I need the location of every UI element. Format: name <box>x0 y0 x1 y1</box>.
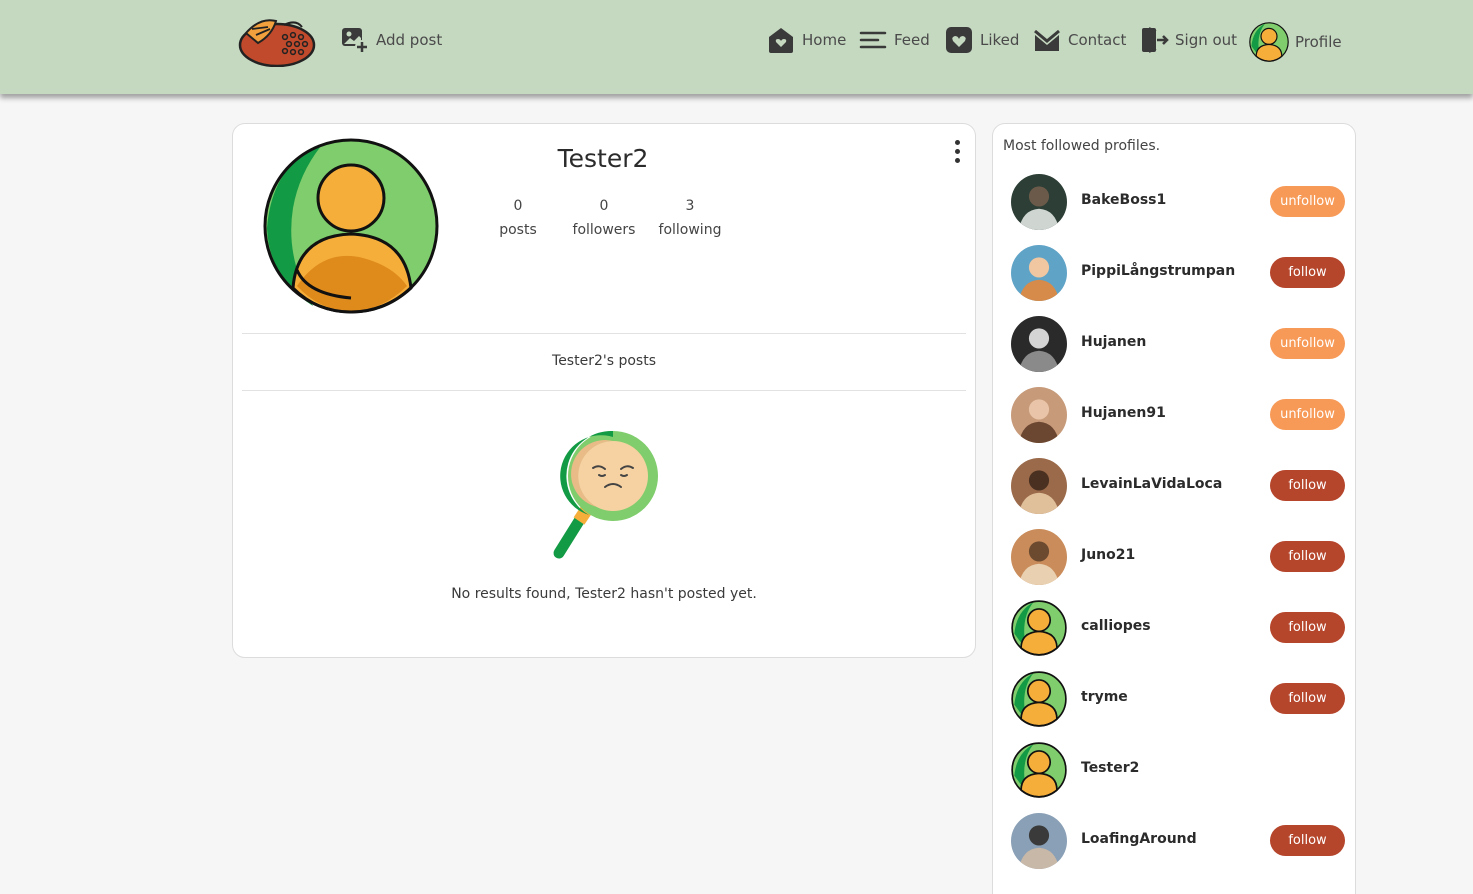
user-photo-avatar <box>1011 316 1067 372</box>
stat-followers-value: 0 <box>599 198 609 214</box>
unfollow-button[interactable]: unfollow <box>1270 328 1345 359</box>
feed-icon <box>859 31 887 49</box>
add-image-icon <box>342 28 369 54</box>
profile-row-avatar[interactable] <box>1011 458 1067 514</box>
most-followed-sidebar: Most followed profiles. BakeBoss1 unfollo… <box>992 123 1356 894</box>
user-photo-avatar <box>1011 387 1067 443</box>
default-avatar-icon <box>1011 742 1067 798</box>
profile-row-avatar[interactable] <box>1011 529 1067 585</box>
nav-liked-label: Liked <box>980 31 1020 49</box>
profile-row[interactable]: tryme follow <box>1011 671 1345 727</box>
profile-row-name[interactable]: Juno21 <box>1081 547 1135 563</box>
no-results-magnifier-icon <box>553 430 658 559</box>
default-avatar-icon <box>1011 671 1067 727</box>
profile-row-avatar[interactable] <box>1011 245 1067 301</box>
profile-row-name[interactable]: Hujanen <box>1081 334 1146 350</box>
nav-feed-label: Feed <box>894 31 930 49</box>
nav-sign-out-label: Sign out <box>1175 31 1238 49</box>
profile-row-name[interactable]: calliopes <box>1081 618 1151 634</box>
stat-following-value: 3 <box>685 198 695 214</box>
stat-followers: 0 followers <box>559 194 649 242</box>
bread-logo-icon[interactable] <box>238 15 316 67</box>
stat-following: 3 following <box>645 194 735 242</box>
follow-button[interactable]: follow <box>1270 825 1345 856</box>
profile-row-name[interactable]: Tester2 <box>1081 760 1139 776</box>
profile-row-avatar[interactable] <box>1011 387 1067 443</box>
profile-username: Tester2 <box>557 144 649 173</box>
profile-row-name[interactable]: PippiLångstrumpan <box>1081 263 1235 279</box>
nav-home[interactable]: Home <box>766 24 846 56</box>
nav-profile[interactable]: Profile <box>1249 21 1342 63</box>
follow-button[interactable]: follow <box>1270 470 1345 501</box>
profile-row[interactable]: BakeBoss1 unfollow <box>1011 174 1345 230</box>
nav-feed[interactable]: Feed <box>858 24 930 56</box>
profile-row-avatar[interactable] <box>1011 671 1067 727</box>
profile-row[interactable]: PippiLångstrumpan follow <box>1011 245 1345 301</box>
profile-row[interactable]: Juno21 follow <box>1011 529 1345 585</box>
follow-button[interactable]: follow <box>1270 612 1345 643</box>
mail-icon <box>1034 29 1060 51</box>
stat-posts-value: 0 <box>513 198 523 214</box>
divider <box>242 390 966 391</box>
profile-avatar-icon <box>1249 22 1289 62</box>
sidebar-title: Most followed profiles. <box>1003 138 1161 154</box>
profile-row[interactable]: LoafingAround follow <box>1011 813 1345 869</box>
nav-profile-label: Profile <box>1295 33 1342 51</box>
sign-out-icon <box>1142 27 1169 53</box>
profile-row[interactable]: calliopes follow <box>1011 600 1345 656</box>
profile-card: Tester2 0 posts 0 followers 3 following … <box>232 123 976 658</box>
stat-followers-label: followers <box>572 222 636 238</box>
nav-home-label: Home <box>802 31 847 49</box>
user-photo-avatar <box>1011 174 1067 230</box>
profile-row-name[interactable]: Hujanen91 <box>1081 405 1166 421</box>
profile-row-avatar[interactable] <box>1011 174 1067 230</box>
follow-button[interactable]: follow <box>1270 683 1345 714</box>
nav-liked[interactable]: Liked <box>944 24 1019 56</box>
profile-row-avatar[interactable] <box>1011 742 1067 798</box>
heart-icon <box>946 27 972 53</box>
stat-following-label: following <box>658 222 722 238</box>
profile-row[interactable]: Hujanen unfollow <box>1011 316 1345 372</box>
user-photo-avatar <box>1011 458 1067 514</box>
profile-row-avatar[interactable] <box>1011 316 1067 372</box>
default-avatar-icon <box>1011 600 1067 656</box>
divider <box>242 333 966 334</box>
profile-row[interactable]: Hujanen91 unfollow <box>1011 387 1345 443</box>
no-results-text: No results found, Tester2 hasn't posted … <box>451 586 757 602</box>
user-photo-avatar <box>1011 813 1067 869</box>
unfollow-button[interactable]: unfollow <box>1270 399 1345 430</box>
posts-heading: Tester2's posts <box>552 353 656 369</box>
user-photo-avatar <box>1011 529 1067 585</box>
stat-posts: 0 posts <box>473 194 563 242</box>
navbar: Add post Home Feed Liked Contact Sign ou… <box>0 0 1473 94</box>
home-icon <box>769 28 793 53</box>
profile-row-name[interactable]: BakeBoss1 <box>1081 192 1166 208</box>
stat-posts-label: posts <box>499 222 537 238</box>
follow-button[interactable]: follow <box>1270 541 1345 572</box>
profile-row-avatar[interactable] <box>1011 600 1067 656</box>
profile-row-name[interactable]: LoafingAround <box>1081 831 1197 847</box>
profile-row[interactable]: Tester2 <box>1011 742 1345 798</box>
nav-contact[interactable]: Contact <box>1032 24 1126 56</box>
follow-button[interactable]: follow <box>1270 257 1345 288</box>
nav-contact-label: Contact <box>1068 31 1127 49</box>
nav-sign-out[interactable]: Sign out <box>1139 24 1237 56</box>
profile-row-name[interactable]: LevainLaVidaLoca <box>1081 476 1222 492</box>
nav-add-post[interactable]: Add post <box>340 24 442 56</box>
profile-row-avatar[interactable] <box>1011 813 1067 869</box>
profile-row-name[interactable]: tryme <box>1081 689 1128 705</box>
profile-row[interactable]: LevainLaVidaLoca follow <box>1011 458 1345 514</box>
user-photo-avatar <box>1011 245 1067 301</box>
profile-avatar <box>263 138 439 314</box>
unfollow-button[interactable]: unfollow <box>1270 186 1345 217</box>
more-options-icon[interactable] <box>950 140 964 168</box>
nav-add-post-label: Add post <box>376 31 443 49</box>
